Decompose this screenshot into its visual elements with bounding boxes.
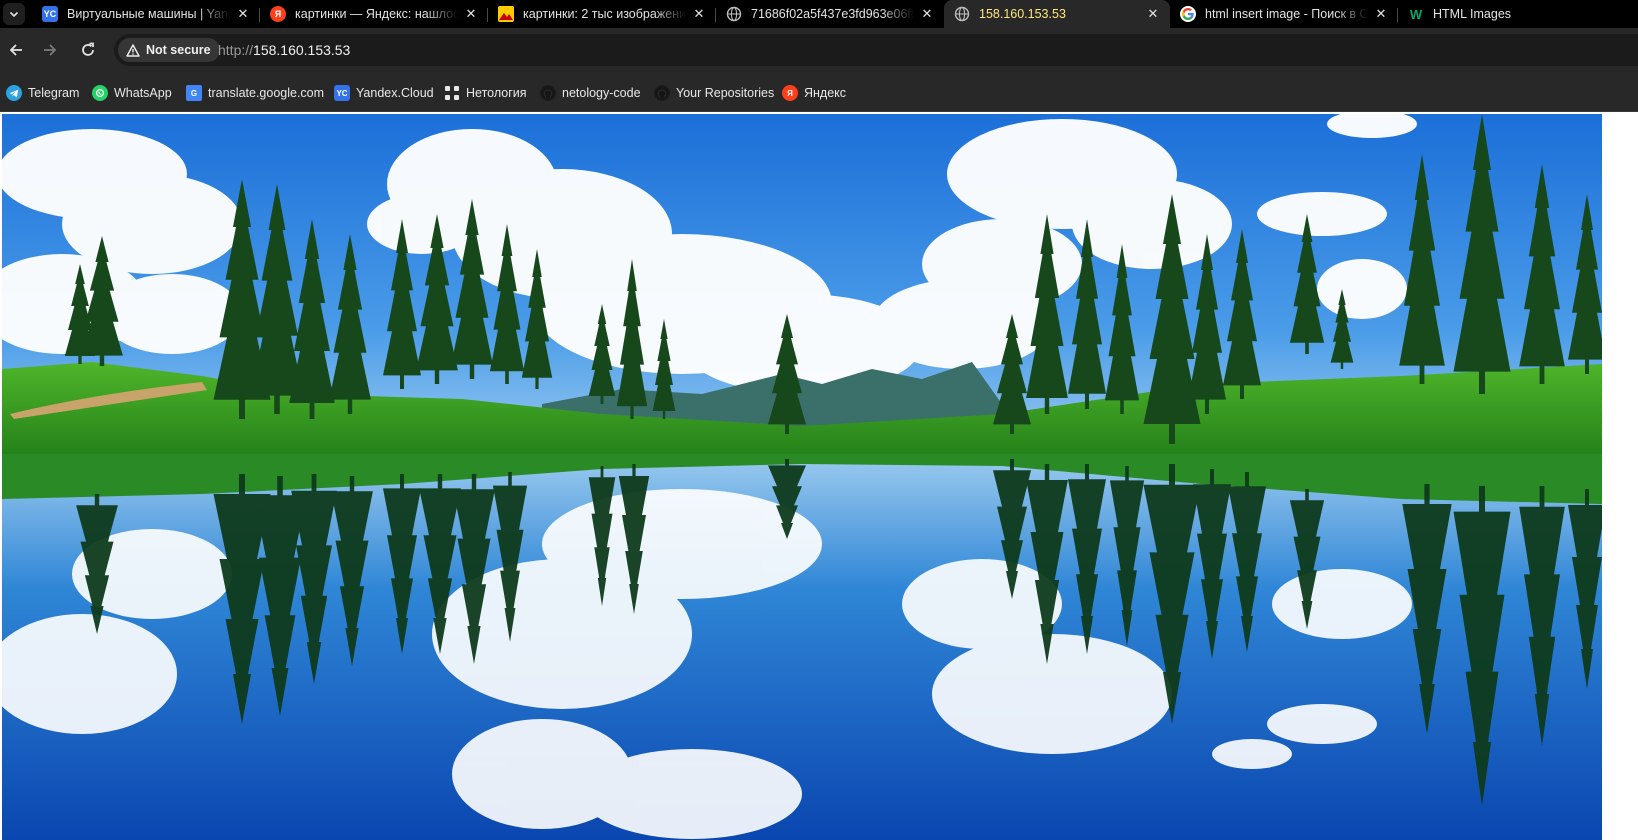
tab-title: картинки — Яндекс: нашлось — [295, 7, 458, 21]
url-text[interactable]: http://158.160.153.53 — [218, 42, 350, 58]
bookmark-label: Нетология — [466, 86, 527, 100]
bookmarks-bar: Telegram WhatsApp G translate.google.com… — [0, 72, 1638, 112]
yandex-icon: Я — [782, 85, 798, 101]
page-viewport — [0, 112, 1638, 840]
arrow-right-icon — [44, 44, 57, 56]
yandex-cloud-icon: YC — [334, 85, 350, 101]
tab-google-search[interactable]: html insert image - Поиск в Go ✕ — [1170, 0, 1398, 28]
arrow-left-icon — [9, 44, 22, 56]
tab-yandex-images[interactable]: картинки: 2 тыс изображений ✕ — [488, 0, 716, 28]
google-icon — [1180, 6, 1196, 22]
bookmark-telegram[interactable]: Telegram — [6, 84, 79, 102]
tab-title: html insert image - Поиск в Go — [1205, 7, 1368, 21]
bookmark-whatsapp[interactable]: WhatsApp — [92, 84, 172, 102]
google-translate-icon: G — [186, 85, 202, 101]
bookmark-label: netology-code — [562, 86, 641, 100]
tab-yandex-cloud-vms[interactable]: YC Виртуальные машины | Yandex ✕ — [32, 0, 260, 28]
bookmark-label: WhatsApp — [114, 86, 172, 100]
reload-button[interactable] — [74, 36, 102, 64]
close-icon[interactable]: ✕ — [690, 5, 708, 23]
telegram-icon — [6, 85, 22, 101]
bookmark-yandex-cloud[interactable]: YC Yandex.Cloud — [334, 84, 434, 102]
bookmark-label: Telegram — [28, 86, 80, 100]
chevron-down-icon — [9, 11, 19, 18]
url-host: 158.160.153.53 — [253, 42, 351, 58]
tab-active-ip[interactable]: 158.160.153.53 ✕ — [944, 0, 1170, 28]
back-button[interactable] — [2, 36, 30, 64]
tab-yandex-search[interactable]: Я картинки — Яндекс: нашлось ✕ — [260, 0, 488, 28]
tab-title: 71686f02a5f437e3fd963e06f8c — [751, 7, 914, 21]
bookmark-label: translate.google.com — [208, 86, 325, 100]
bookmark-your-repositories[interactable]: Your Repositories — [654, 84, 774, 102]
tab-title: HTML Images — [1433, 7, 1512, 21]
netology-icon — [444, 85, 460, 101]
yandex-images-icon — [498, 6, 514, 22]
close-icon[interactable]: ✕ — [234, 5, 252, 23]
tab-search-button[interactable] — [3, 3, 25, 25]
github-icon — [654, 85, 670, 101]
forward-button[interactable] — [36, 36, 64, 64]
w3schools-icon: W — [1409, 6, 1423, 22]
whatsapp-icon — [92, 85, 108, 101]
globe-icon — [726, 6, 742, 22]
reload-icon — [82, 42, 94, 56]
security-label: Not secure — [146, 43, 211, 57]
globe-icon — [954, 6, 970, 22]
bookmark-label: Яндекс — [804, 86, 847, 100]
close-icon[interactable]: ✕ — [1372, 5, 1390, 23]
tab-hash[interactable]: 71686f02a5f437e3fd963e06f8c ✕ — [716, 0, 944, 28]
bookmark-netology[interactable]: Нетология — [444, 84, 527, 102]
yandex-icon: Я — [270, 6, 286, 22]
bookmark-netology-code[interactable]: netology-code — [540, 84, 641, 102]
close-icon[interactable]: ✕ — [1144, 5, 1162, 23]
bookmark-label: Yandex.Cloud — [356, 86, 434, 100]
url-scheme: http:// — [218, 42, 254, 58]
tab-strip: YC Виртуальные машины | Yandex ✕ Я карти… — [0, 0, 1638, 28]
yandex-cloud-icon: YC — [42, 6, 58, 22]
tab-title: Виртуальные машины | Yandex — [67, 7, 230, 21]
close-icon[interactable]: ✕ — [918, 5, 936, 23]
github-icon — [540, 85, 556, 101]
address-bar[interactable]: Not secure http://158.160.153.53 — [114, 34, 1638, 66]
tab-title: 158.160.153.53 — [979, 7, 1066, 21]
bookmark-google-translate[interactable]: G translate.google.com — [186, 84, 324, 102]
tab-title: картинки: 2 тыс изображений — [523, 7, 686, 21]
browser-toolbar: Not secure http://158.160.153.53 — [0, 28, 1638, 72]
warning-icon — [126, 43, 140, 57]
site-security-chip[interactable]: Not secure — [118, 38, 220, 62]
landscape-image — [2, 114, 1602, 840]
bookmark-label: Your Repositories — [676, 86, 775, 100]
tab-w3schools[interactable]: W HTML Images — [1398, 0, 1568, 28]
bookmark-yandex[interactable]: Я Яндекс — [782, 84, 846, 102]
close-icon[interactable]: ✕ — [462, 5, 480, 23]
